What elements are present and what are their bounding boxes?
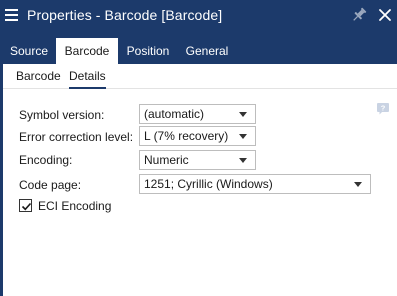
symbol-version-select[interactable]: (automatic) — [139, 104, 256, 124]
encoding-value: Numeric — [144, 153, 189, 167]
encoding-label: Encoding: — [19, 153, 73, 167]
window-title: Properties - Barcode [Barcode] — [27, 7, 223, 23]
code-page-select[interactable]: 1251; Cyrillic (Windows) — [139, 174, 371, 194]
chevron-down-icon — [239, 158, 247, 163]
chevron-down-icon — [239, 112, 247, 117]
eci-encoding-checkbox[interactable] — [19, 199, 32, 212]
subtab-barcode[interactable]: Barcode — [16, 69, 61, 85]
code-page-label: Code page: — [19, 178, 82, 192]
hamburger-menu-icon[interactable] — [5, 8, 18, 22]
barcode-subtabs: Barcode Details — [3, 64, 397, 89]
tab-barcode[interactable]: Barcode — [56, 38, 118, 64]
symbol-version-value: (automatic) — [144, 107, 205, 121]
svg-text:?: ? — [381, 103, 386, 112]
error-correction-value: L (7% recovery) — [144, 129, 229, 143]
eci-encoding-label: ECI Encoding — [38, 199, 112, 213]
property-tabs: Source Barcode Position General — [0, 38, 397, 64]
tab-general[interactable]: General — [178, 38, 236, 64]
subtab-details[interactable]: Details — [69, 69, 106, 89]
close-icon[interactable] — [376, 6, 394, 24]
pin-icon[interactable] — [350, 6, 368, 24]
encoding-select[interactable]: Numeric — [139, 150, 256, 170]
checkmark-icon — [21, 202, 32, 211]
chevron-down-icon — [354, 182, 362, 187]
properties-window: Properties - Barcode [Barcode] Source Ba… — [0, 0, 397, 296]
chevron-down-icon — [239, 134, 247, 139]
title-bar: Properties - Barcode [Barcode] — [0, 0, 397, 32]
code-page-value: 1251; Cyrillic (Windows) — [144, 177, 273, 191]
barcode-panel: Barcode Details ? Symbol version: (autom… — [3, 64, 397, 296]
error-correction-label: Error correction level: — [19, 130, 134, 144]
symbol-version-label: Symbol version: — [19, 108, 105, 122]
tab-source[interactable]: Source — [4, 38, 54, 64]
error-correction-select[interactable]: L (7% recovery) — [139, 126, 256, 146]
help-bubble-icon[interactable]: ? — [376, 102, 390, 116]
tab-position[interactable]: Position — [120, 38, 176, 64]
